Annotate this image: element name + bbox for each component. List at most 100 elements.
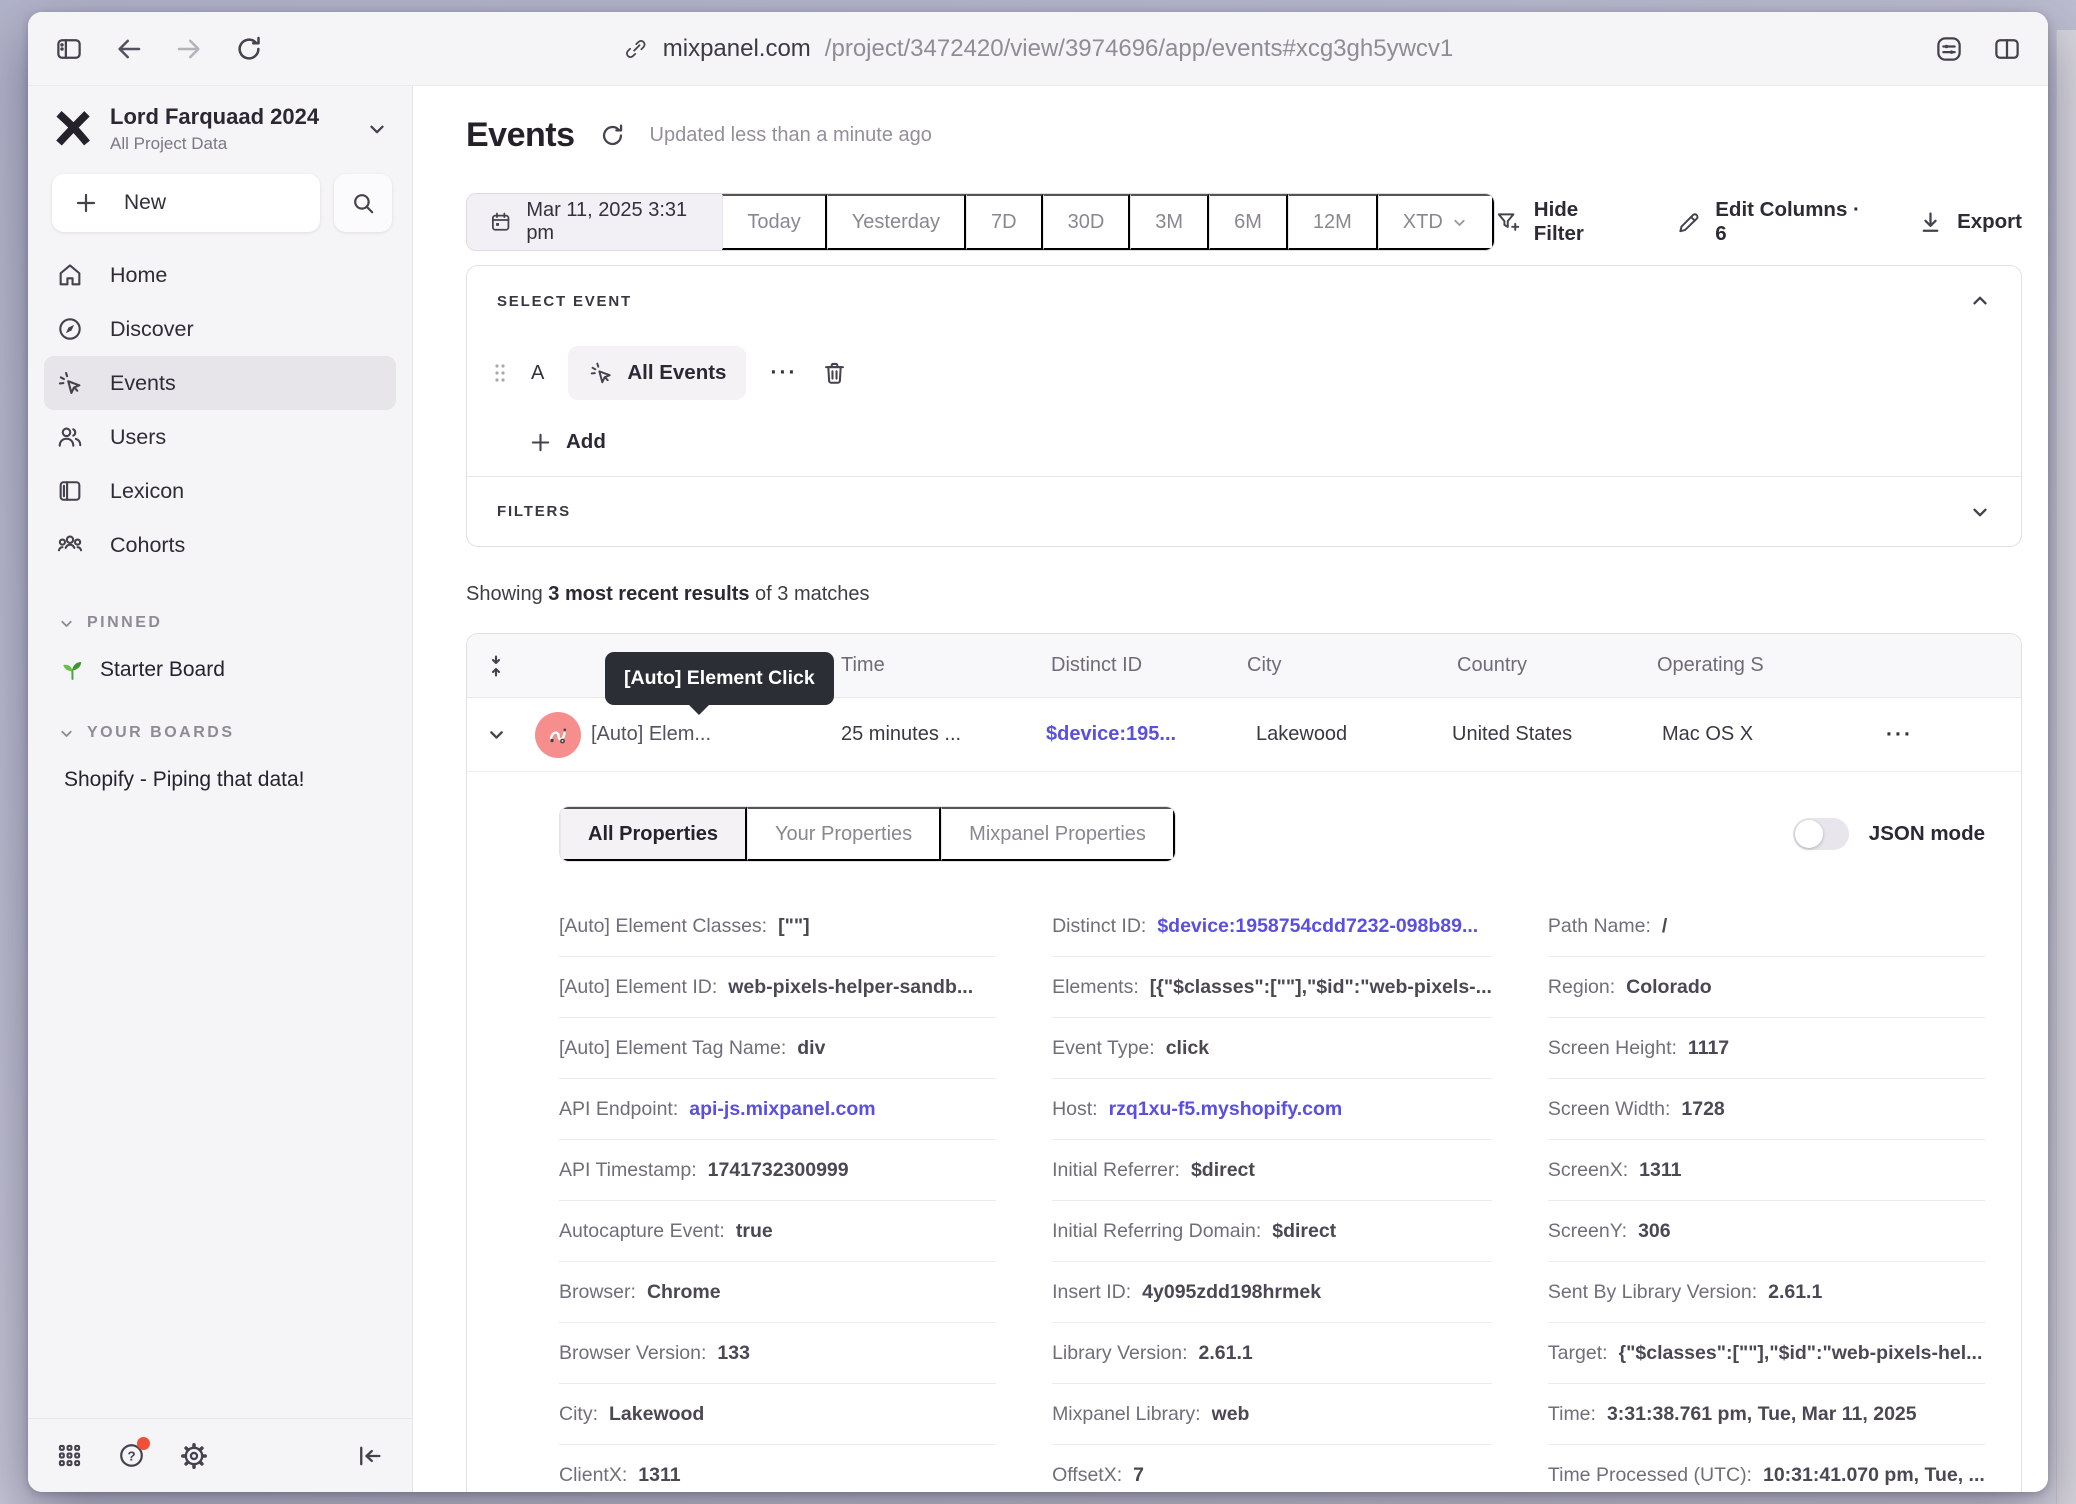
hide-filter-button[interactable]: Hide Filter xyxy=(1495,198,1630,246)
property-row[interactable]: Time Processed (UTC): 10:31:41.070 pm, T… xyxy=(1548,1445,1985,1492)
property-row[interactable]: Region: Colorado xyxy=(1548,957,1985,1018)
browser-settings-icon[interactable] xyxy=(1934,34,1964,64)
table-column-header[interactable]: Operating S xyxy=(1657,654,1764,677)
sidebar-item-users[interactable]: Users xyxy=(44,410,396,464)
search-button[interactable] xyxy=(334,174,392,232)
date-preset-button[interactable]: 6M xyxy=(1209,194,1288,250)
url-bar[interactable]: mixpanel.com/project/3472420/view/397469… xyxy=(623,12,1454,85)
table-column-header[interactable]: City xyxy=(1247,654,1457,677)
event-selector-chip[interactable]: All Events xyxy=(568,346,746,400)
property-row[interactable]: Insert ID: 4y095zdd198hrmek xyxy=(1052,1262,1492,1323)
cell-time: 25 minutes ... xyxy=(841,723,1046,746)
properties-tab[interactable]: All Properties xyxy=(560,807,747,861)
chevron-up-icon[interactable] xyxy=(1969,290,1991,312)
plus-icon xyxy=(74,191,98,215)
notification-dot xyxy=(137,1437,150,1450)
export-button[interactable]: Export xyxy=(1917,209,2022,236)
property-row[interactable]: Time: 3:31:38.761 pm, Tue, Mar 11, 2025 xyxy=(1548,1384,1985,1445)
sidebar-item-discover[interactable]: Discover xyxy=(44,302,396,356)
back-icon[interactable] xyxy=(114,34,144,64)
updated-status: Updated less than a minute ago xyxy=(650,124,932,147)
property-row[interactable]: Event Type: click xyxy=(1052,1018,1492,1079)
project-name: Lord Farquaad 2024 xyxy=(110,104,350,130)
pinned-section-header[interactable]: PINNED xyxy=(58,614,412,632)
refresh-results-icon[interactable] xyxy=(599,122,626,149)
split-view-icon[interactable] xyxy=(1992,34,2022,64)
date-preset-button[interactable]: 7D xyxy=(966,194,1043,250)
sidebar-item-lexicon[interactable]: Lexicon xyxy=(44,464,396,518)
date-preset-button[interactable]: Yesterday xyxy=(827,194,966,250)
property-row[interactable]: API Endpoint: api-js.mixpanel.com xyxy=(559,1079,996,1140)
property-row[interactable]: Browser: Chrome xyxy=(559,1262,996,1323)
property-row[interactable]: Browser Version: 133 xyxy=(559,1323,996,1384)
property-value: web-pixels-helper-sandb... xyxy=(728,976,973,999)
forward-icon[interactable] xyxy=(174,34,204,64)
cell-operating-system: Mac OS X xyxy=(1662,723,1862,746)
property-row[interactable]: Initial Referrer: $direct xyxy=(1052,1140,1492,1201)
properties-column-1: [Auto] Element Classes: [""] [Auto] Elem… xyxy=(559,896,996,1492)
property-row[interactable]: ScreenY: 306 xyxy=(1548,1201,1985,1262)
property-value: web xyxy=(1212,1403,1250,1426)
cell-event-name[interactable]: [Auto] Elem... xyxy=(591,723,841,746)
property-row[interactable]: Elements: [{"$classes":[""],"$id":"web-p… xyxy=(1052,957,1492,1018)
apps-grid-icon[interactable] xyxy=(56,1442,83,1469)
property-row[interactable]: City: Lakewood xyxy=(559,1384,996,1445)
row-actions-menu[interactable]: ··· xyxy=(1886,723,1913,747)
property-row[interactable]: ScreenX: 1311 xyxy=(1548,1140,1985,1201)
collapse-all-rows-icon[interactable] xyxy=(467,654,525,678)
sidebar-item-events[interactable]: Events xyxy=(44,356,396,410)
your-boards-section-header[interactable]: YOUR BOARDS xyxy=(58,724,412,742)
properties-tab[interactable]: Mixpanel Properties xyxy=(941,807,1175,861)
property-row[interactable]: API Timestamp: 1741732300999 xyxy=(559,1140,996,1201)
date-range-selected[interactable]: Mar 11, 2025 3:31 pm xyxy=(467,194,722,250)
page-scrollbar[interactable] xyxy=(2056,30,2076,1504)
table-column-header[interactable]: Distinct ID xyxy=(1051,654,1247,677)
date-preset-button[interactable]: 30D xyxy=(1043,194,1131,250)
sidebar-item-starter-board[interactable]: Starter Board xyxy=(60,658,412,682)
drag-handle-icon[interactable] xyxy=(493,361,507,385)
date-preset-button[interactable]: Today xyxy=(722,194,826,250)
property-row[interactable]: OffsetX: 7 xyxy=(1052,1445,1492,1492)
property-row[interactable]: [Auto] Element ID: web-pixels-helper-san… xyxy=(559,957,996,1018)
properties-tab[interactable]: Your Properties xyxy=(747,807,941,861)
filters-section-toggle[interactable]: FILTERS xyxy=(467,476,2021,546)
property-row[interactable]: Initial Referring Domain: $direct xyxy=(1052,1201,1492,1262)
property-row[interactable]: Distinct ID: $device:1958754cdd7232-098b… xyxy=(1052,896,1492,957)
delete-event-icon[interactable] xyxy=(821,360,848,387)
sidebar-item-home[interactable]: Home xyxy=(44,248,396,302)
table-column-header[interactable]: Country xyxy=(1457,654,1657,677)
property-row[interactable]: Target: {"$classes":[""],"$id":"web-pixe… xyxy=(1548,1323,1985,1384)
property-row[interactable]: ClientX: 1311 xyxy=(559,1445,996,1492)
property-row[interactable]: [Auto] Element Classes: [""] xyxy=(559,896,996,957)
add-event-button[interactable]: Add xyxy=(529,430,2021,476)
property-value: Colorado xyxy=(1626,976,1712,999)
collapse-sidebar-icon[interactable] xyxy=(356,1442,384,1470)
settings-gear-icon[interactable] xyxy=(180,1442,208,1470)
table-column-header[interactable]: Time xyxy=(841,654,1051,677)
property-row[interactable]: Mixpanel Library: web xyxy=(1052,1384,1492,1445)
property-row[interactable]: Sent By Library Version: 2.61.1 xyxy=(1548,1262,1985,1323)
sidebar-item-shopify-board[interactable]: Shopify - Piping that data! xyxy=(64,768,412,792)
date-preset-button[interactable]: 12M xyxy=(1288,194,1378,250)
edit-columns-button[interactable]: Edit Columns · 6 xyxy=(1676,198,1871,246)
row-expander-chevron-icon[interactable] xyxy=(486,724,507,745)
project-switcher[interactable]: Lord Farquaad 2024 All Project Data xyxy=(52,104,388,154)
event-options-menu[interactable]: ··· xyxy=(770,361,797,385)
cell-distinct-id[interactable]: $device:195... xyxy=(1046,723,1256,746)
events-table: [Auto] Element Click Time Distinct ID xyxy=(466,633,2022,1492)
property-row[interactable]: Screen Height: 1117 xyxy=(1548,1018,1985,1079)
date-preset-xtd[interactable]: XTD xyxy=(1378,194,1494,250)
property-row[interactable]: Screen Width: 1728 xyxy=(1548,1079,1985,1140)
property-row[interactable]: Library Version: 2.61.1 xyxy=(1052,1323,1492,1384)
sidebar-item-cohorts[interactable]: Cohorts xyxy=(44,518,396,572)
property-row[interactable]: Host: rzq1xu-f5.myshopify.com xyxy=(1052,1079,1492,1140)
refresh-icon[interactable] xyxy=(234,34,264,64)
sidebar-toggle-icon[interactable] xyxy=(54,34,84,64)
json-mode-toggle[interactable] xyxy=(1793,818,1849,850)
property-row[interactable]: Path Name: / xyxy=(1548,896,1985,957)
help-icon[interactable]: ? xyxy=(117,1441,146,1470)
new-button[interactable]: New xyxy=(52,174,320,232)
property-row[interactable]: Autocapture Event: true xyxy=(559,1201,996,1262)
date-preset-button[interactable]: 3M xyxy=(1130,194,1209,250)
property-row[interactable]: [Auto] Element Tag Name: div xyxy=(559,1018,996,1079)
